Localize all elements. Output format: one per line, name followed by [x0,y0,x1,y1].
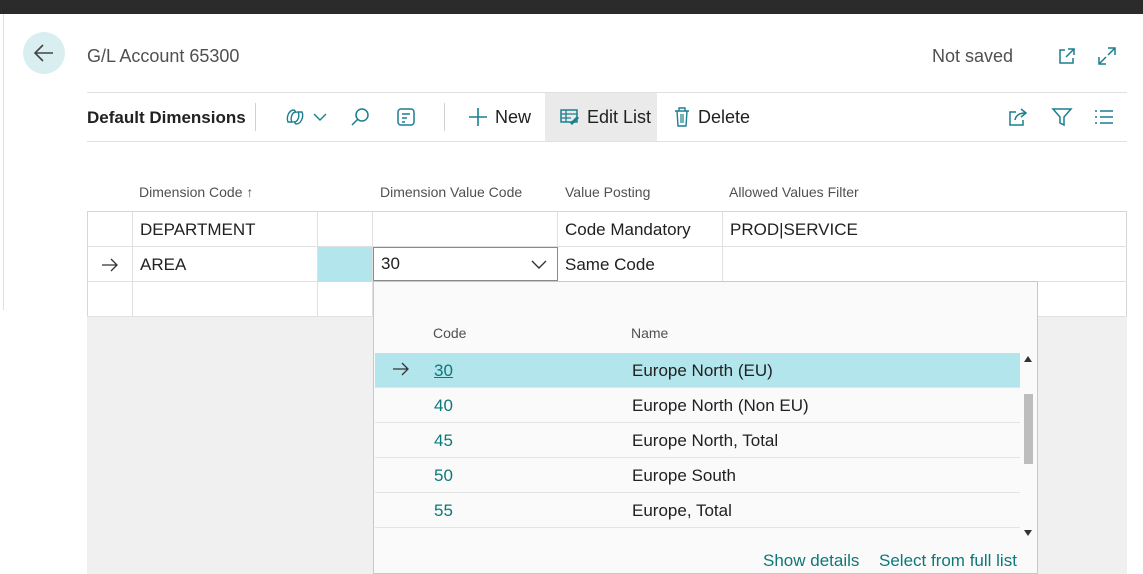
dimension-value-code-cell[interactable] [373,212,558,247]
allowed-values-filter-cell[interactable] [723,247,1127,282]
delete-label: Delete [698,106,751,127]
lookup-column-name: Name [631,325,669,341]
lookup-code[interactable]: 30 [434,361,453,381]
lookup-name: Europe North, Total [632,431,779,450]
toolbar-separator [444,103,445,131]
lookup-code[interactable]: 45 [434,431,453,451]
open-new-window-icon[interactable] [1055,44,1079,68]
scroll-up-icon[interactable] [1024,356,1032,362]
filter-icon [1051,108,1073,127]
dimension-code-cell[interactable] [133,282,318,317]
plus-icon [469,108,487,126]
left-edge [0,14,4,310]
lookup-name: Europe North (EU) [632,361,773,380]
edit-list-icon [560,109,579,125]
lookup-name: Europe South [632,466,736,485]
lookup-name: Europe North (Non EU) [632,396,809,415]
window-top-bar [0,0,1143,14]
share-button[interactable] [1007,93,1029,141]
edit-list-label: Edit List [587,106,652,127]
trash-icon [675,107,689,127]
row-indicator [87,282,133,317]
lookup-dropdown: Code Name 30 Europe North (EU) 40 Europe… [373,281,1038,574]
lookup-row[interactable]: 55 Europe, Total [375,493,1020,528]
value-posting-cell[interactable]: Code Mandatory [558,212,723,247]
delete-button[interactable]: Delete [672,93,750,141]
current-row-arrow-icon [393,362,409,376]
save-status: Not saved [932,46,1014,66]
expand-icon[interactable] [1095,44,1119,68]
column-header-value-posting[interactable]: Value Posting [565,184,650,200]
toolbar-separator [255,103,256,131]
list-view-button[interactable] [1093,93,1115,141]
scrollbar-thumb[interactable] [1024,394,1033,464]
value-posting-cell[interactable]: Same Code [558,247,723,282]
row-selection-cell [318,247,373,282]
lookup-row[interactable]: 45 Europe North, Total [375,423,1020,458]
analysis-mode-icon [397,108,415,126]
copilot-icon [286,109,304,125]
row-spacer-cell [318,282,373,317]
column-header-dimension-code[interactable]: Dimension Code ↑ [139,184,253,200]
lookup-row[interactable]: 50 Europe South [375,458,1020,493]
row-indicator [87,247,133,282]
sort-ascending-icon: ↑ [246,184,254,200]
lookup-scrollbar[interactable] [1022,352,1034,540]
dimension-code-cell[interactable]: DEPARTMENT [133,212,318,247]
part-title: Default Dimensions [87,108,246,127]
edit-list-button[interactable]: Edit List [545,93,657,141]
show-details-link[interactable]: Show details [763,551,859,571]
chevron-down-icon[interactable] [531,257,547,271]
table-row[interactable]: AREA Same Code [87,247,1127,282]
column-header-allowed-values-filter[interactable]: Allowed Values Filter [729,184,859,200]
column-header-dimension-value-code[interactable]: Dimension Value Code [380,184,522,200]
scroll-down-icon[interactable] [1024,530,1032,536]
new-button[interactable]: New [467,93,531,141]
dimension-value-code-value: 30 [381,254,400,273]
dimension-value-code-input[interactable]: 30 [373,247,558,281]
back-button[interactable] [23,32,65,74]
arrow-left-icon [33,44,53,62]
row-spacer-cell [318,212,373,247]
row-indicator [87,212,133,247]
copilot-button[interactable] [283,93,327,141]
table-row[interactable]: DEPARTMENT Code Mandatory PROD|SERVICE [87,212,1127,247]
analysis-button[interactable] [395,93,417,141]
dimension-code-cell[interactable]: AREA [133,247,318,282]
chevron-down-icon [313,113,327,121]
select-from-full-list-link[interactable]: Select from full list [879,551,1017,571]
lookup-name: Europe, Total [632,501,732,520]
lookup-row[interactable]: 40 Europe North (Non EU) [375,388,1020,423]
current-row-arrow-icon [102,258,118,271]
lookup-row[interactable]: 30 Europe North (EU) [375,353,1020,388]
page-title: G/L Account 65300 [87,46,240,66]
lookup-code[interactable]: 40 [434,396,453,416]
toolbar-divider [87,141,1127,142]
action-bar: Default Dimensions New Edit List Delete [87,93,1127,141]
lookup-code[interactable]: 50 [434,466,453,486]
list-icon [1095,110,1113,124]
allowed-values-filter-cell[interactable]: PROD|SERVICE [723,212,1127,247]
share-icon [1009,108,1028,126]
search-icon [351,108,369,126]
filter-button[interactable] [1051,93,1073,141]
lookup-column-code: Code [433,325,467,341]
lookup-code[interactable]: 55 [434,501,453,521]
new-button-label: New [495,106,532,127]
search-button[interactable] [349,93,371,141]
